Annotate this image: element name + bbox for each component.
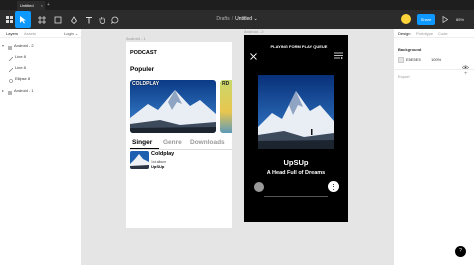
tab-prototype[interactable]: Prototype [416,29,433,38]
featured-card[interactable]: COLDPLAY [130,80,216,133]
layer-label: Line 8 [15,65,26,70]
layer-label: Ellipse 8 [15,76,31,81]
breadcrumb-parent[interactable]: Drafts [216,16,229,22]
move-tool-icon[interactable] [15,11,31,28]
frame-tool-icon[interactable] [36,11,48,28]
track-thumbnail[interactable] [130,151,149,169]
category-tab[interactable]: Downloads [190,139,225,146]
page-selector[interactable]: Login ⌄ [64,29,78,38]
comment-tool-icon[interactable] [110,11,120,28]
properties-panel: Design Prototype Code Background E5E5E5 … [393,29,474,265]
layer-row[interactable]: Line 8 [0,52,82,62]
toolbar: Drafts / Untitled ⌄ Share 85% [0,10,474,29]
expand-chevron-icon[interactable]: ▾ [2,41,4,51]
layer-row[interactable]: ▸ Android - 1 [0,86,82,96]
track-title: UpSUp [151,164,165,169]
layers-panel-tabs: Layers Assets Login ⌄ [0,29,81,38]
android-frame-1[interactable]: PODCAST Populer COLDPLAY RD Singer Genre… [126,42,232,228]
file-tab-label: Untitled [20,3,34,8]
pen-tool-icon[interactable] [68,11,80,28]
hand-tool-icon[interactable] [97,11,107,28]
more-options-icon[interactable] [328,181,339,192]
divider [130,149,232,150]
mountain-image [130,80,216,133]
text-tool-icon[interactable] [84,11,94,28]
featured-card[interactable]: RD [220,80,232,133]
frame-label[interactable]: Android - 2 [244,29,264,34]
design-canvas[interactable]: Android - 1 Android - 2 PODCAST Populer … [82,29,393,265]
mountain-image [130,151,149,169]
mountain-image [258,75,334,149]
layer-label: Android - 2 [14,43,34,48]
layer-row[interactable]: ▾ Android - 2 [0,41,82,51]
shape-tool-icon[interactable] [52,11,64,28]
zoom-level[interactable]: 85% [456,14,464,25]
song-artist: A Head Full of Dreams [266,170,326,176]
page-selector-label: Login [64,31,74,36]
seek-knob[interactable] [254,182,264,192]
card-title: COLDPLAY [132,81,160,87]
add-export-icon[interactable]: + [464,71,468,77]
new-tab-icon[interactable]: + [47,1,50,10]
layer-row[interactable]: Ellipse 8 [0,74,82,84]
layer-row[interactable]: Line 8 [0,63,82,73]
category-tab[interactable]: Genre [163,139,182,146]
main-menu-icon[interactable] [4,11,14,28]
divider [394,69,474,70]
close-tab-icon[interactable]: × [41,1,43,10]
export-section-title: Export [398,74,410,79]
tab-assets[interactable]: Assets [24,29,36,38]
frame-icon [8,89,12,99]
background-hex-input[interactable]: E5E5E5 [406,57,421,62]
queue-menu-icon[interactable] [334,46,343,64]
layers-panel: Layers Assets Login ⌄ ▾ Android - 2 Line… [0,29,82,265]
properties-tabs: Design Prototype Code [394,29,474,38]
android-frame-2[interactable]: PLAYING FORM PLAY QUEUE UpSUp A Head Ful… [244,35,348,222]
file-tab[interactable]: Untitled × [17,1,45,10]
section-title: Populer [130,66,155,73]
layer-label: Line 8 [15,54,26,59]
background-color-swatch[interactable] [398,57,404,63]
share-button[interactable]: Share [417,14,435,25]
song-title: UpSUp [283,158,309,167]
category-tab[interactable]: Singer [132,139,152,146]
tab-layers[interactable]: Layers [6,29,18,38]
expand-chevron-icon[interactable]: ▸ [2,86,4,96]
card-title: RD [222,81,230,87]
tab-code[interactable]: Code [438,29,448,38]
breadcrumb-separator: / [231,16,234,22]
background-opacity-input[interactable]: 100% [431,57,441,62]
queue-title: PLAYING FORM PLAY QUEUE [270,44,328,49]
frame-label[interactable]: Android - 1 [126,36,146,41]
window-tab-bar: Untitled × + [0,0,474,10]
album-art [258,75,334,149]
page-selector-chevron-icon: ⌄ [74,31,79,36]
help-button[interactable]: ? [455,246,466,257]
file-name[interactable]: Untitled [235,16,252,22]
app-title: PODCAST [130,50,157,56]
close-icon[interactable] [250,47,257,65]
file-menu-chevron-icon[interactable]: ⌄ [253,16,257,22]
play-icon[interactable] [440,11,450,28]
avatar[interactable] [401,14,411,24]
tab-design[interactable]: Design [398,29,410,38]
layer-label: Android - 1 [14,88,34,93]
track-artist: Coldplay [151,151,175,157]
background-section-title: Background [398,47,422,52]
progress-line[interactable] [264,196,328,197]
